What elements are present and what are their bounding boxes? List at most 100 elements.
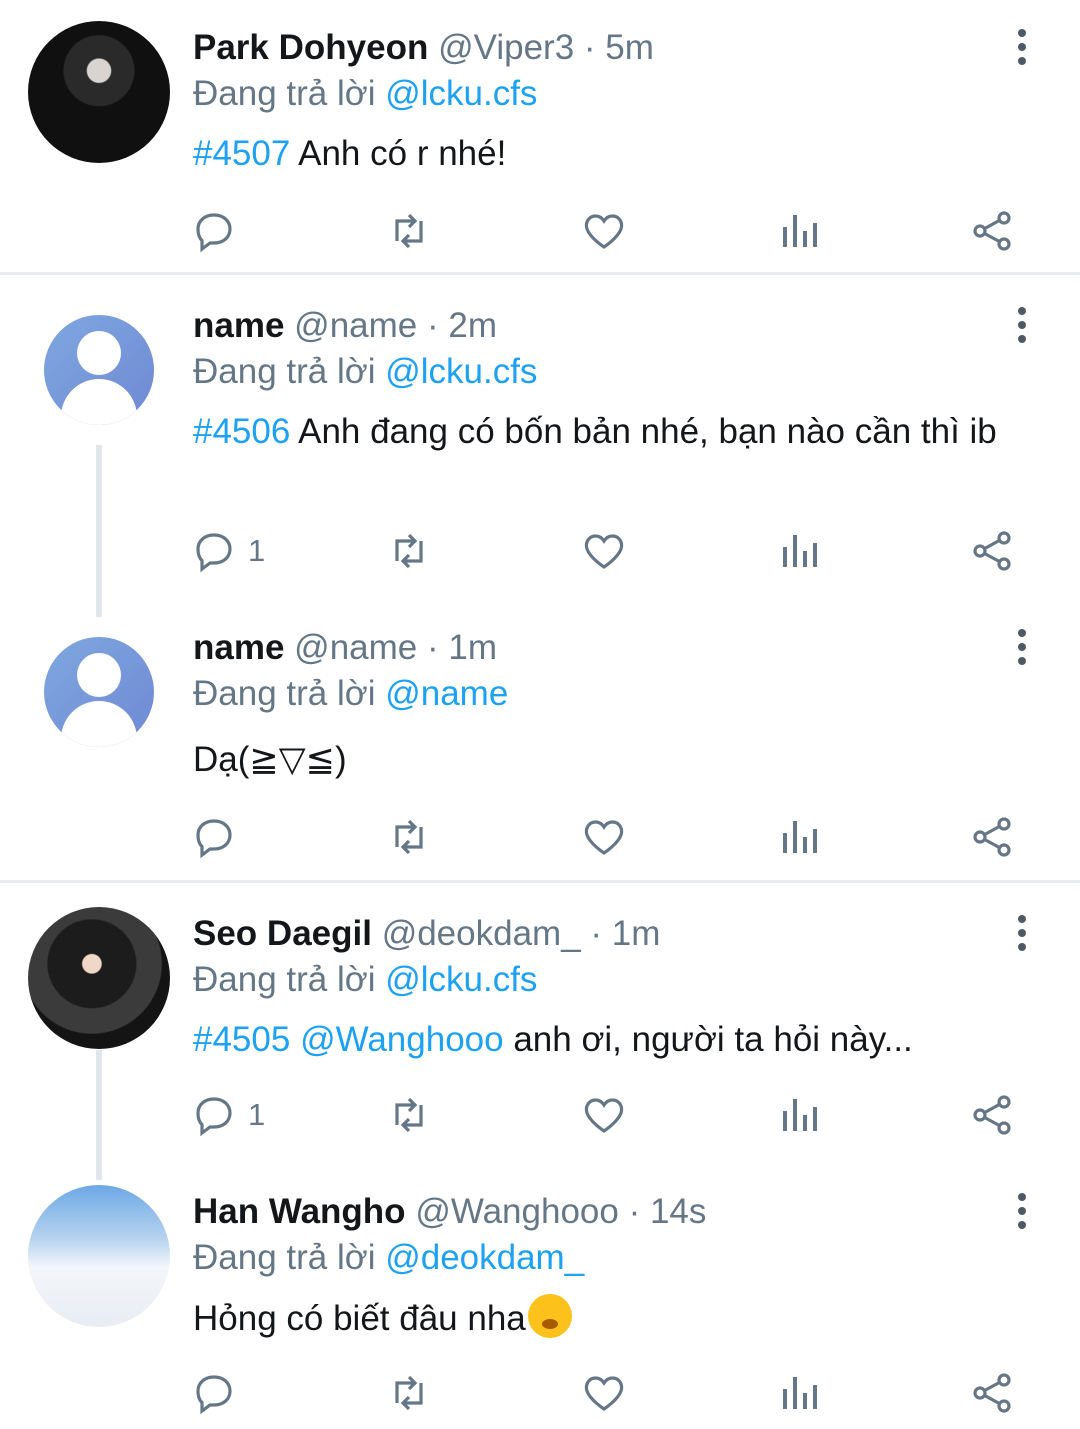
share-button[interactable] <box>968 1368 1016 1418</box>
reply-to-mention[interactable]: @name <box>385 674 508 713</box>
action-bar: 1 <box>190 1090 1020 1140</box>
thread-line <box>96 1050 102 1180</box>
user-name[interactable]: name <box>193 306 284 345</box>
avatar[interactable] <box>28 21 170 163</box>
share-button[interactable] <box>968 526 1016 576</box>
user-name[interactable]: name <box>193 628 284 667</box>
hashtag[interactable]: #4506 <box>193 412 290 451</box>
timestamp: 14s <box>649 1192 707 1231</box>
reply-to-mention[interactable]: @lcku.cfs <box>385 960 537 999</box>
more-vertical-icon[interactable] <box>1008 1191 1036 1231</box>
tweet-body: Anh đang có bốn bản nhé, bạn nào cần thì… <box>298 412 997 451</box>
user-handle[interactable]: @Wanghooo <box>415 1192 619 1231</box>
tweet-body: Hỏng có biết đâu nha <box>193 1299 526 1338</box>
like-button[interactable] <box>580 206 628 256</box>
hashtag[interactable]: #4507 <box>193 134 290 173</box>
like-button[interactable] <box>580 812 628 862</box>
thread-line <box>96 445 102 617</box>
share-icon <box>973 1373 1011 1413</box>
tweet-5[interactable]: Han Wangho @Wanghooo · 14s Đang trả lời … <box>0 1164 1080 1429</box>
stats-button[interactable] <box>775 1090 823 1140</box>
avatar[interactable] <box>28 907 170 1049</box>
retweet-button[interactable] <box>385 1090 433 1140</box>
share-icon <box>973 817 1011 857</box>
stats-icon <box>783 821 817 853</box>
like-button[interactable] <box>580 526 628 576</box>
avatar[interactable] <box>44 637 154 747</box>
stats-icon <box>783 1377 817 1409</box>
retweet-icon <box>395 1375 423 1411</box>
tweet-header: Park Dohyeon @Viper3 · 5m <box>193 28 654 68</box>
tweet-body: anh ơi, người ta hỏi này... <box>513 1020 913 1059</box>
more-vertical-icon[interactable] <box>1008 27 1036 67</box>
separator: · <box>628 1192 641 1231</box>
reply-icon <box>196 1097 232 1137</box>
reply-icon <box>196 1375 232 1415</box>
tweet-1[interactable]: Park Dohyeon @Viper3 · 5m Đang trả lời @… <box>0 0 1080 272</box>
separator: · <box>427 628 439 667</box>
more-vertical-icon[interactable] <box>1008 627 1036 667</box>
stats-button[interactable] <box>775 812 823 862</box>
timestamp: 5m <box>605 28 654 67</box>
retweet-icon <box>395 533 423 569</box>
user-handle[interactable]: @Viper3 <box>438 28 574 67</box>
reply-button[interactable] <box>190 206 248 256</box>
stats-icon <box>783 535 817 567</box>
replying-to: Đang trả lời @deokdam_ <box>193 1238 584 1278</box>
more-vertical-icon[interactable] <box>1008 305 1036 345</box>
user-handle[interactable]: @name <box>294 306 417 345</box>
tweet-4[interactable]: Seo Daegil @deokdam_ · 1m Đang trả lời @… <box>0 886 1080 1164</box>
tweet-2[interactable]: name @name · 2m Đang trả lời @lcku.cfs #… <box>0 278 1080 596</box>
reply-prefix: Đang trả lời <box>193 1238 376 1277</box>
reply-button[interactable] <box>190 1368 248 1418</box>
reply-to-mention[interactable]: @lcku.cfs <box>385 74 537 113</box>
like-button[interactable] <box>580 1090 628 1140</box>
retweet-button[interactable] <box>385 1368 433 1418</box>
action-bar <box>190 206 1020 256</box>
like-button[interactable] <box>580 1368 628 1418</box>
tweet-3[interactable]: name @name · 1m Đang trả lời @name Dạ(≧▽… <box>0 600 1080 880</box>
more-vertical-icon[interactable] <box>1008 913 1036 953</box>
avatar[interactable] <box>28 1185 170 1327</box>
heart-icon <box>584 1098 624 1133</box>
user-name[interactable]: Han Wangho <box>193 1192 406 1231</box>
share-button[interactable] <box>968 812 1016 862</box>
share-button[interactable] <box>968 206 1016 256</box>
retweet-button[interactable] <box>385 526 433 576</box>
tweet-body: Anh có r nhé! <box>298 134 507 173</box>
avatar[interactable] <box>44 315 154 425</box>
mention-link[interactable]: @Wanghooo <box>300 1020 504 1059</box>
tweet-body: Dạ(≧▽≦) <box>193 740 347 779</box>
timestamp: 1m <box>611 914 661 953</box>
separator: · <box>427 306 439 345</box>
user-name[interactable]: Park Dohyeon <box>193 28 428 67</box>
reply-prefix: Đang trả lời <box>193 352 376 391</box>
share-icon <box>973 531 1011 571</box>
divider <box>0 880 1080 883</box>
share-icon <box>973 211 1011 251</box>
reply-button[interactable]: 1 <box>190 1090 265 1140</box>
hashtag[interactable]: #4505 <box>193 1020 290 1059</box>
user-handle[interactable]: @deokdam_ <box>382 914 581 953</box>
reply-count: 1 <box>248 1097 266 1132</box>
user-name[interactable]: Seo Daegil <box>193 914 372 953</box>
reply-prefix: Đang trả lời <box>193 74 376 113</box>
retweet-button[interactable] <box>385 812 433 862</box>
see-no-evil-face-emoji <box>527 1294 572 1338</box>
stats-button[interactable] <box>775 206 823 256</box>
heart-icon <box>584 1376 624 1411</box>
share-icon <box>973 1095 1011 1135</box>
share-button[interactable] <box>968 1090 1016 1140</box>
reply-icon <box>196 533 232 573</box>
stats-button[interactable] <box>775 1368 823 1418</box>
stats-button[interactable] <box>775 526 823 576</box>
retweet-button[interactable] <box>385 206 433 256</box>
divider <box>0 272 1080 275</box>
reply-button[interactable] <box>190 812 248 862</box>
separator: · <box>590 914 603 953</box>
reply-button[interactable]: 1 <box>190 526 265 576</box>
user-handle[interactable]: @name <box>294 628 417 667</box>
reply-to-mention[interactable]: @deokdam_ <box>385 1238 584 1277</box>
reply-to-mention[interactable]: @lcku.cfs <box>385 352 537 391</box>
tweet-header: name @name · 1m <box>193 628 497 668</box>
